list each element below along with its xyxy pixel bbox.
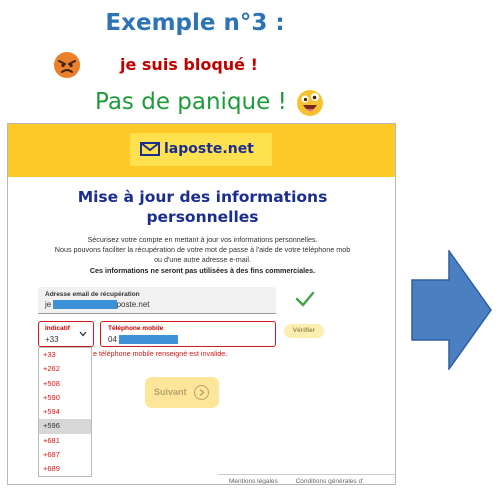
next-button[interactable]: Suivant	[145, 377, 219, 408]
country-code-dropdown[interactable]: +33 +262 +508 +590 +594 +596 +681 +687 +…	[38, 347, 92, 477]
dropdown-option[interactable]: +687	[39, 448, 91, 462]
mobile-phone-prefix: 04	[108, 335, 117, 344]
dropdown-option[interactable]: +508	[39, 377, 91, 391]
right-arrow-icon	[411, 250, 492, 370]
slide-title: Exemple n°3 :	[105, 10, 285, 36]
mail-envelope-icon	[140, 142, 160, 156]
footer-link[interactable]: Conditions générales d'	[296, 478, 364, 484]
dropdown-option[interactable]: +594	[39, 405, 91, 419]
dropdown-option-selected[interactable]: +596	[39, 419, 91, 434]
country-code-select[interactable]: Indicatif +33	[38, 321, 94, 347]
mobile-phone-field[interactable]: Téléphone mobile 04	[100, 321, 276, 347]
blocked-text: je suis bloqué !	[120, 55, 258, 74]
verify-button[interactable]: Vérifier	[284, 324, 324, 338]
mobile-phone-label: Téléphone mobile	[108, 325, 164, 332]
intro-text: Sécurisez votre compte en mettant à jour…	[20, 235, 385, 265]
dropdown-option[interactable]: +590	[39, 391, 91, 405]
page-heading: Mise à jour des informations personnelle…	[77, 188, 328, 226]
dropdown-option[interactable]: +681	[39, 434, 91, 448]
no-commercial-use-notice: Ces informations ne seront pas utilisées…	[89, 266, 316, 275]
logo-text: laposte.net	[164, 141, 254, 157]
site-header: laposte.net	[8, 124, 395, 177]
intro-line-3: ou d'une autre adresse e-mail.	[154, 255, 251, 264]
dropdown-option[interactable]: +33	[39, 348, 91, 362]
footer-divider	[218, 474, 395, 475]
angry-face-icon	[54, 52, 80, 78]
redaction-mask	[53, 300, 117, 309]
next-button-label: Suivant	[154, 387, 187, 397]
calm-text: Pas de panique !	[95, 89, 287, 115]
dropdown-option[interactable]: +689	[39, 462, 91, 476]
footer-link[interactable]: Mentions légales	[229, 478, 278, 484]
footer-links: Mentions légales Conditions générales d'	[229, 478, 379, 484]
laposte-screenshot: laposte.net Mise à jour des informations…	[7, 123, 396, 485]
laposte-logo[interactable]: laposte.net	[130, 133, 272, 166]
email-prefix: je	[45, 300, 52, 309]
recovery-email-field[interactable]: Adresse email de récupération je @laposte…	[38, 287, 276, 314]
chevron-down-icon	[79, 331, 87, 337]
country-code-label: Indicatif	[45, 325, 70, 332]
checkmark-icon	[295, 291, 315, 307]
country-code-value: +33	[45, 335, 59, 344]
intro-line-2: Nous pouvons faciliter la récupération d…	[54, 245, 351, 254]
recovery-email-label: Adresse email de récupération	[45, 291, 140, 298]
arrow-right-icon	[194, 385, 209, 400]
phone-error-message: e téléphone mobile renseigné est invalid…	[93, 349, 228, 358]
redaction-mask	[119, 335, 178, 344]
dropdown-option[interactable]: +262	[39, 362, 91, 376]
grinning-face-icon	[297, 90, 323, 116]
intro-line-1: Sécurisez votre compte en mettant à jour…	[87, 235, 318, 244]
